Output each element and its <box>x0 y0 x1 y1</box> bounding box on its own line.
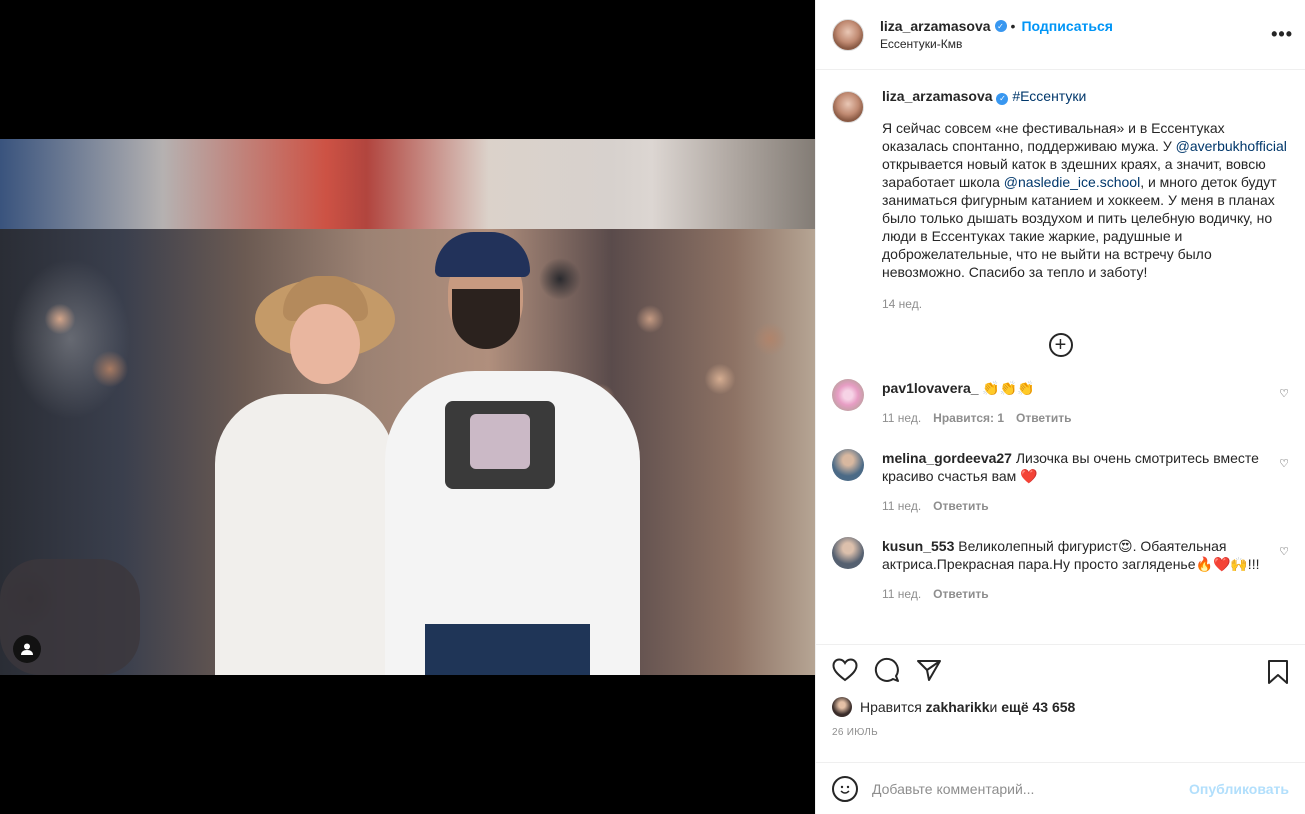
caption-username[interactable]: liza_arzamasova <box>882 88 993 104</box>
likes-prefix: Нравится <box>860 699 922 715</box>
comment-item: melina_gordeeva27 Лизочка вы очень смотр… <box>832 449 1289 515</box>
share-icon[interactable] <box>916 658 942 687</box>
likes-summary: Нравится zakharikk и ещё 43 658 <box>832 697 1289 717</box>
post-location[interactable]: Ессентуки-Кмв <box>880 37 1113 51</box>
liker-username[interactable]: zakharikk <box>926 699 990 715</box>
user-tag-icon[interactable] <box>13 635 41 663</box>
post-photo[interactable] <box>0 139 815 675</box>
comment-time[interactable]: 11 нед. <box>882 409 921 427</box>
caption-text-part: Я сейчас совсем «не фестивальная» и в Ес… <box>882 120 1225 154</box>
caption-time[interactable]: 14 нед. <box>882 295 1289 313</box>
reply-button[interactable]: Ответить <box>933 497 988 515</box>
comment-input[interactable] <box>872 780 1190 797</box>
media-panel <box>0 0 815 814</box>
commenter-avatar[interactable] <box>832 537 864 569</box>
likes-middle: и <box>989 699 998 715</box>
caption-mention[interactable]: @nasledie_ice.school <box>1004 174 1140 190</box>
follow-button[interactable]: Подписаться <box>1021 18 1113 34</box>
caption-hashtag[interactable]: #Ессентуки <box>1012 88 1086 104</box>
post-caption: liza_arzamasova ✓ #Ессентуки Я сейчас со… <box>832 87 1289 313</box>
verified-badge-icon: ✓ <box>996 93 1009 105</box>
comments-list[interactable]: liza_arzamasova ✓ #Ессентуки Я сейчас со… <box>816 71 1305 643</box>
commenter-avatar[interactable] <box>832 449 864 481</box>
caption-avatar[interactable] <box>832 91 864 123</box>
add-comment-bar: Опубликовать <box>816 762 1305 814</box>
commenter-username[interactable]: kusun_553 <box>882 538 954 554</box>
commenter-avatar[interactable] <box>832 379 864 411</box>
commenter-username[interactable]: melina_gordeeva27 <box>882 450 1012 466</box>
verified-badge-icon: ✓ <box>994 20 1007 32</box>
likes-count[interactable]: ещё 43 658 <box>1001 699 1075 715</box>
caption-mention[interactable]: @averbukhofficial <box>1176 138 1287 154</box>
comment-icon[interactable] <box>874 657 900 688</box>
author-username[interactable]: liza_arzamasova <box>880 18 991 34</box>
reply-button[interactable]: Ответить <box>933 585 988 603</box>
post-actions: Нравится zakharikk и ещё 43 658 26 ИЮЛЬ <box>816 644 1305 738</box>
comment-like-icon[interactable]: ♡ <box>1279 457 1289 470</box>
post-date[interactable]: 26 ИЮЛЬ <box>832 727 1289 738</box>
post-header: liza_arzamasova ✓ • Подписаться Ессентук… <box>816 0 1305 70</box>
reply-button[interactable]: Ответить <box>1016 409 1071 427</box>
dot-separator: • <box>1010 18 1016 34</box>
emoji-icon[interactable] <box>832 775 858 802</box>
comment-time[interactable]: 11 нед. <box>882 585 921 603</box>
comment-like-icon[interactable]: ♡ <box>1279 387 1289 400</box>
load-more-comments-icon[interactable]: + <box>1048 333 1073 357</box>
heart-icon[interactable] <box>832 657 858 687</box>
comment-item: pav1lovavera_ 👏👏👏 11 нед. Нравится: 1 От… <box>832 379 1289 427</box>
commenter-username[interactable]: pav1lovavera_ <box>882 380 979 396</box>
publish-button[interactable]: Опубликовать <box>1189 781 1289 797</box>
liker-avatar[interactable] <box>832 697 852 717</box>
woman-face <box>290 304 360 384</box>
comment-item: kusun_553 Великолепный фигурист😍. Обаяте… <box>832 537 1289 603</box>
author-avatar[interactable] <box>832 18 864 51</box>
woman-figure <box>215 394 395 675</box>
comment-likes[interactable]: Нравится: 1 <box>933 409 1004 427</box>
comment-time[interactable]: 11 нед. <box>882 497 921 515</box>
more-options-icon[interactable]: ••• <box>1271 24 1293 45</box>
shirt-print-screen <box>470 414 530 469</box>
post-sidebar: liza_arzamasova ✓ • Подписаться Ессентук… <box>815 0 1305 814</box>
caption-text: Я сейчас совсем «не фестивальная» и в Ес… <box>882 119 1289 281</box>
man-jeans <box>425 624 590 675</box>
bookmark-icon[interactable] <box>1267 659 1289 690</box>
comment-like-icon[interactable]: ♡ <box>1279 545 1289 558</box>
comment-text: 👏👏👏 <box>982 380 1035 396</box>
